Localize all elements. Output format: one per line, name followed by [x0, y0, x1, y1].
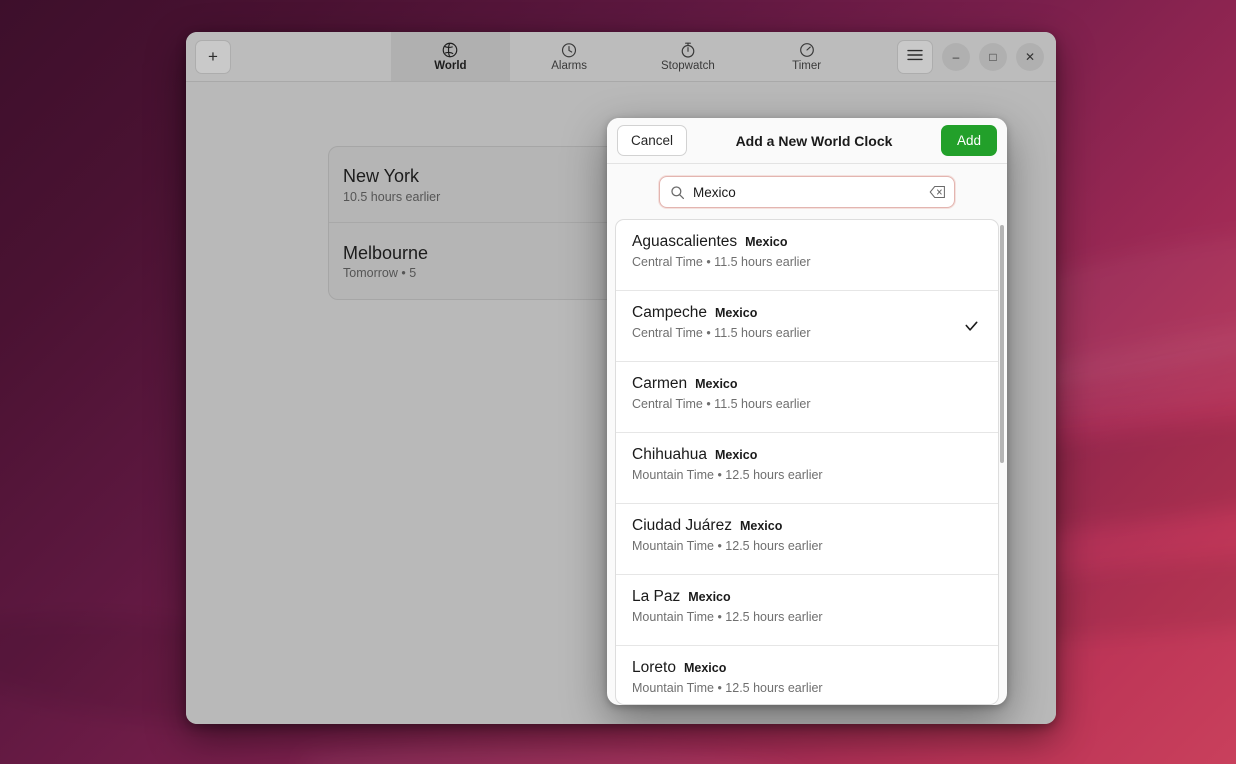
clocks-app-window: + World — [186, 32, 1056, 724]
add-world-clock-button[interactable]: + — [195, 40, 231, 74]
tab-stopwatch-label: Stopwatch — [661, 60, 715, 73]
search-icon — [670, 185, 685, 200]
search-result-heading: Loreto Mexico — [632, 659, 982, 677]
search-result-city: Campeche — [632, 304, 707, 322]
maximize-button[interactable]: □ — [979, 43, 1007, 71]
search-result-subtitle: Central Time • 11.5 hours earlier — [632, 326, 982, 340]
search-result-item[interactable]: Chihuahua Mexico Mountain Time • 12.5 ho… — [616, 433, 998, 504]
window-headerbar: + World — [186, 32, 1056, 82]
minimize-button[interactable]: – — [942, 43, 970, 71]
headerbar-left: + — [186, 32, 391, 81]
results-scrollbar[interactable] — [999, 223, 1004, 701]
search-result-item[interactable]: La Paz Mexico Mountain Time • 12.5 hours… — [616, 575, 998, 646]
search-result-subtitle: Central Time • 11.5 hours earlier — [632, 397, 982, 411]
cancel-button[interactable]: Cancel — [617, 125, 687, 156]
search-result-city: Chihuahua — [632, 446, 707, 464]
search-result-item[interactable]: Carmen Mexico Central Time • 11.5 hours … — [616, 362, 998, 433]
search-result-country: Mexico — [684, 661, 726, 675]
search-result-subtitle: Central Time • 11.5 hours earlier — [632, 255, 982, 269]
tab-alarms-label: Alarms — [551, 60, 587, 73]
tab-timer[interactable]: Timer — [747, 32, 866, 81]
search-result-heading: La Paz Mexico — [632, 588, 982, 606]
minimize-icon: – — [953, 50, 960, 64]
search-result-item[interactable]: Ciudad Juárez Mexico Mountain Time • 12.… — [616, 504, 998, 575]
search-field[interactable] — [659, 176, 955, 208]
search-input[interactable] — [693, 185, 921, 200]
search-results-area: Aguascalientes Mexico Central Time • 11.… — [607, 219, 1007, 705]
search-result-item[interactable]: Campeche Mexico Central Time • 11.5 hour… — [616, 291, 998, 362]
search-result-subtitle: Mountain Time • 12.5 hours earlier — [632, 468, 982, 482]
search-area — [607, 164, 1007, 219]
globe-icon — [441, 40, 459, 59]
search-result-country: Mexico — [695, 377, 737, 391]
search-result-country: Mexico — [688, 590, 730, 604]
headerbar-right: – □ ✕ — [866, 32, 1056, 81]
search-result-subtitle: Mountain Time • 12.5 hours earlier — [632, 681, 982, 695]
search-result-heading: Carmen Mexico — [632, 375, 982, 393]
wallpaper-wave — [299, 733, 801, 764]
plus-icon: + — [208, 47, 218, 67]
check-icon — [963, 318, 980, 335]
search-result-item[interactable]: Loreto Mexico Mountain Time • 12.5 hours… — [616, 646, 998, 705]
tab-timer-label: Timer — [792, 60, 821, 73]
view-switcher: World Alarms — [391, 32, 866, 81]
search-result-subtitle: Mountain Time • 12.5 hours earlier — [632, 539, 982, 553]
search-result-country: Mexico — [745, 235, 787, 249]
search-result-city: Ciudad Juárez — [632, 517, 732, 535]
search-result-subtitle: Mountain Time • 12.5 hours earlier — [632, 610, 982, 624]
search-result-heading: Campeche Mexico — [632, 304, 982, 322]
backspace-clear-icon[interactable] — [929, 185, 946, 199]
dialog-title: Add a New World Clock — [687, 133, 941, 149]
close-icon: ✕ — [1025, 50, 1035, 64]
search-result-country: Mexico — [740, 519, 782, 533]
close-button[interactable]: ✕ — [1016, 43, 1044, 71]
search-result-heading: Ciudad Juárez Mexico — [632, 517, 982, 535]
desktop-background: + World — [0, 0, 1236, 764]
alarm-clock-icon — [560, 40, 578, 59]
add-world-clock-dialog: Cancel Add a New World Clock Add — [607, 118, 1007, 705]
search-result-heading: Aguascalientes Mexico — [632, 233, 982, 251]
tab-world[interactable]: World — [391, 32, 510, 81]
stopwatch-icon — [679, 40, 697, 59]
dialog-headerbar: Cancel Add a New World Clock Add — [607, 118, 1007, 164]
tab-world-label: World — [434, 60, 466, 73]
tab-alarms[interactable]: Alarms — [510, 32, 629, 81]
search-result-country: Mexico — [715, 306, 757, 320]
search-result-city: La Paz — [632, 588, 680, 606]
search-result-city: Aguascalientes — [632, 233, 737, 251]
tab-stopwatch[interactable]: Stopwatch — [629, 32, 748, 81]
maximize-icon: □ — [989, 50, 996, 64]
search-result-country: Mexico — [715, 448, 757, 462]
search-results-list: Aguascalientes Mexico Central Time • 11.… — [615, 219, 999, 705]
main-menu-button[interactable] — [897, 40, 933, 74]
search-result-city: Carmen — [632, 375, 687, 393]
results-scrollbar-thumb[interactable] — [1000, 225, 1004, 463]
timer-icon — [798, 40, 816, 59]
search-result-city: Loreto — [632, 659, 676, 677]
hamburger-menu-icon — [907, 48, 923, 66]
search-result-item[interactable]: Aguascalientes Mexico Central Time • 11.… — [616, 220, 998, 291]
search-result-heading: Chihuahua Mexico — [632, 446, 982, 464]
add-button[interactable]: Add — [941, 125, 997, 156]
